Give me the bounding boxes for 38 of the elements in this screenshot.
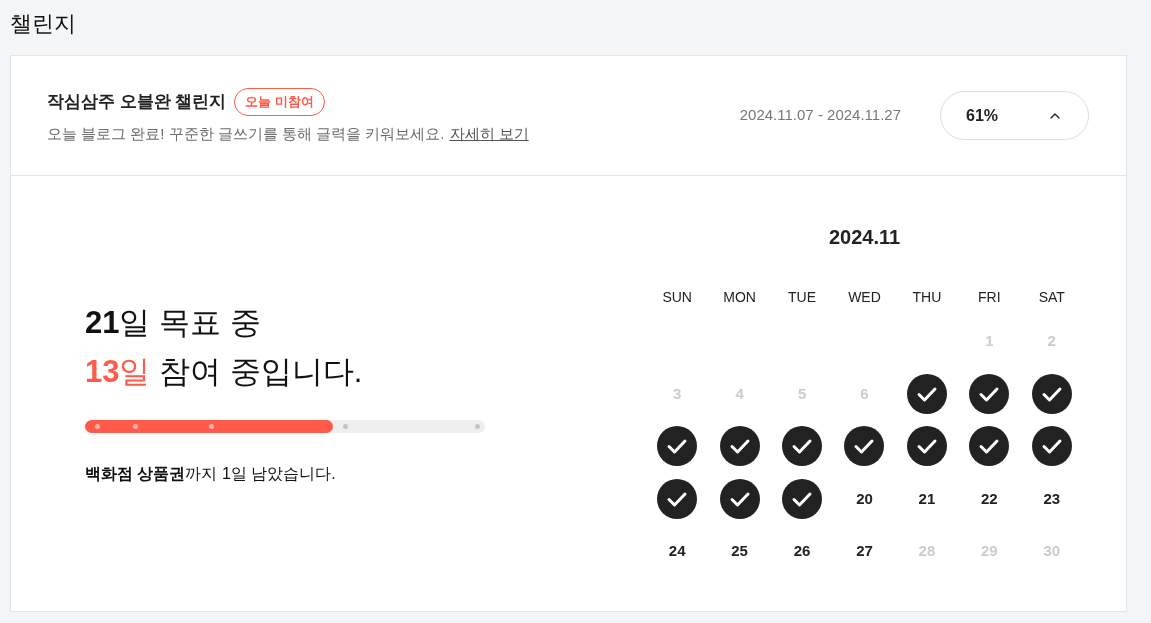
calendar-day: 22 (981, 487, 998, 510)
check-circle-icon (657, 426, 698, 467)
weekday-label: FRI (978, 287, 1001, 307)
check-circle-icon (782, 426, 823, 467)
check-circle-icon (782, 478, 823, 519)
calendar-month: 2024.11 (828, 225, 901, 250)
calendar-day: 27 (856, 540, 873, 563)
weekday-label: SAT (1038, 287, 1065, 307)
weekday-label: THU (912, 287, 942, 307)
check-circle-icon (969, 373, 1010, 414)
calendar-day: 24 (668, 540, 686, 563)
page-title: 챌린지 (10, 10, 76, 38)
challenge-title: 작심삼주 오블완 챌린지 (47, 90, 227, 113)
check-circle-icon (1031, 373, 1072, 414)
check-circle-icon (719, 426, 760, 467)
weekday-label: WED (848, 287, 881, 307)
goal-heading: 21일 목표 중 (85, 304, 261, 342)
check-circle-icon (1031, 426, 1072, 467)
check-circle-icon (906, 373, 947, 414)
progress-toggle[interactable]: 61% (940, 91, 1089, 140)
reward-message: 백화점 상품권까지 1일 남았습니다. (85, 464, 336, 484)
calendar-day: 20 (856, 487, 873, 510)
check-circle-icon (969, 426, 1010, 467)
weekday-label: MON (723, 287, 756, 307)
calendar-day: 23 (1043, 487, 1061, 510)
details-link[interactable]: 자세히 보기 (449, 123, 529, 144)
check-circle-icon (657, 478, 698, 519)
challenge-period: 2024.11.07 - 2024.11.27 (739, 105, 901, 126)
weekday-label: SUN (662, 287, 692, 307)
calendar-day: 21 (918, 487, 936, 510)
calendar-day: 25 (731, 540, 748, 563)
check-circle-icon (844, 426, 885, 467)
challenge-description: 오늘 블로그 완료! 꾸준한 글쓰기를 통해 글력을 키워보세요. (47, 123, 445, 144)
participation-heading: 13일 참여 중입니다. (85, 353, 363, 391)
check-circle-icon (719, 478, 760, 519)
weekday-label: TUE (788, 287, 817, 307)
check-circle-icon (906, 426, 947, 467)
calendar-day: 26 (793, 540, 811, 563)
